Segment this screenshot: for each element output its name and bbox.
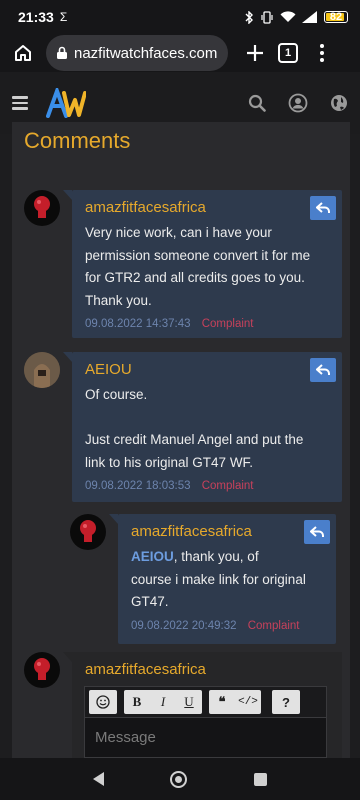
search-icon[interactable] [248, 94, 266, 112]
url-text: nazfitwatchfaces.com [74, 44, 218, 62]
reply-icon [316, 364, 330, 375]
home-button[interactable] [8, 38, 38, 68]
reply-button[interactable] [310, 358, 336, 382]
plus-icon [247, 45, 263, 61]
comment-meta: 09.08.2022 18:03:53 Complaint [85, 480, 254, 492]
boxing-glove-avatar-icon [34, 658, 50, 680]
comment-text: Very nice work, can i have your permissi… [85, 222, 310, 312]
editor-toolbar: B I U ❝ </> ? [84, 686, 327, 718]
comment-line: GT47. [131, 594, 169, 609]
recent-apps-icon[interactable] [253, 772, 267, 786]
vibrate-icon [260, 10, 274, 24]
message-input[interactable] [84, 718, 327, 758]
reply-button[interactable] [310, 196, 336, 220]
back-icon[interactable] [93, 772, 105, 786]
emoji-button[interactable] [89, 690, 117, 714]
home-circle-icon[interactable] [170, 770, 188, 788]
comment-line-text: , thank you, of [173, 549, 259, 564]
lock-icon [57, 46, 67, 59]
comment-date: 09.08.2022 14:37:43 [85, 318, 191, 330]
comment-line: link to his original GT47 WF. [85, 454, 254, 470]
comment-card: amazfitfacesafrica AEIOU, thank you, of … [109, 514, 336, 644]
code-button[interactable]: </> [235, 690, 261, 714]
status-icons: 82 [244, 10, 348, 24]
comment-text: Of course. Just credit Manuel Angel and … [85, 384, 303, 474]
user-mention[interactable]: AEIOU [131, 549, 174, 564]
notification-sigma-icon: Σ [59, 10, 68, 24]
tab-switcher-button[interactable]: 1 [278, 43, 298, 63]
comment-line: Just credit Manuel Angel and put the [85, 432, 304, 447]
italic-button[interactable]: I [150, 690, 176, 714]
avatar[interactable] [70, 514, 106, 550]
help-button[interactable]: ? [272, 690, 300, 714]
boxing-glove-avatar-icon [80, 520, 96, 542]
address-bar[interactable]: nazfitwatchfaces.com [46, 35, 228, 71]
header-actions [248, 93, 348, 113]
block-group: ❝ </> [209, 690, 261, 714]
home-icon [15, 45, 31, 61]
comment-card: AEIOU Of course. Just credit Manuel Ange… [63, 352, 342, 502]
system-navigation-bar [0, 758, 360, 800]
hamburger-menu-icon[interactable] [12, 96, 28, 110]
user-account-icon[interactable] [288, 93, 308, 113]
comment-meta: 09.08.2022 14:37:43 Complaint [85, 318, 254, 330]
avatar[interactable] [24, 190, 60, 226]
comment-line [85, 407, 303, 430]
reply-icon [310, 526, 324, 537]
globe-language-icon[interactable] [330, 94, 348, 112]
browser-toolbar: nazfitwatchfaces.com 1 [0, 34, 360, 72]
comment-line: Thank you. [85, 292, 152, 308]
status-time: 21:33 [18, 9, 54, 25]
figure-avatar-icon [24, 352, 60, 388]
bluetooth-icon [244, 10, 254, 24]
browser-menu-button[interactable] [312, 44, 332, 62]
new-tab-button[interactable] [240, 38, 270, 68]
format-group: B I U [124, 690, 202, 714]
comment-author: amazfitfacesafrica [85, 661, 206, 678]
reply-icon [316, 202, 330, 213]
battery-level: 82 [329, 11, 343, 23]
comment-line: permission someone convert it for me [85, 247, 311, 263]
complaint-link[interactable]: Complaint [202, 480, 254, 492]
quote-button[interactable]: ❝ [209, 690, 235, 714]
signal-icon [302, 11, 318, 23]
comment-line: for GTR2 and all credits goes to you. [85, 270, 305, 285]
reply-form: amazfitfacesafrica B I U ❝ </> ? [63, 652, 342, 758]
section-title: Comments [24, 128, 131, 153]
smiley-icon [96, 695, 110, 709]
comment-line: AEIOU, thank you, of [131, 546, 306, 569]
complaint-link[interactable]: Complaint [248, 620, 300, 632]
comment-text: AEIOU, thank you, of course i make link … [131, 546, 306, 614]
comment-meta: 09.08.2022 20:49:32 Complaint [131, 620, 300, 632]
avatar[interactable] [24, 352, 60, 388]
battery-icon: 82 [324, 11, 348, 23]
comment-date: 09.08.2022 18:03:53 [85, 480, 191, 492]
comment-line: course i make link for original [131, 571, 306, 587]
boxing-glove-avatar-icon [34, 196, 50, 218]
comment-date: 09.08.2022 20:49:32 [131, 620, 237, 632]
comment-author[interactable]: amazfitfacesafrica [85, 199, 206, 216]
comment-line: Very nice work, can i have your [85, 225, 272, 240]
site-logo[interactable] [46, 88, 86, 118]
comments-section: Comments amazfitfacesafrica Very nice wo… [12, 122, 350, 758]
wifi-icon [280, 11, 296, 23]
underline-button[interactable]: U [176, 690, 202, 714]
bold-button[interactable]: B [124, 690, 150, 714]
comment-line: Of course. [85, 387, 148, 402]
avatar[interactable] [24, 652, 60, 688]
comment-card: amazfitfacesafrica Very nice work, can i… [63, 190, 342, 338]
comment-author[interactable]: AEIOU [85, 361, 132, 378]
comment-author[interactable]: amazfitfacesafrica [131, 523, 252, 540]
complaint-link[interactable]: Complaint [202, 318, 254, 330]
status-bar: 21:33 Σ 82 [0, 0, 360, 34]
reply-button[interactable] [304, 520, 330, 544]
